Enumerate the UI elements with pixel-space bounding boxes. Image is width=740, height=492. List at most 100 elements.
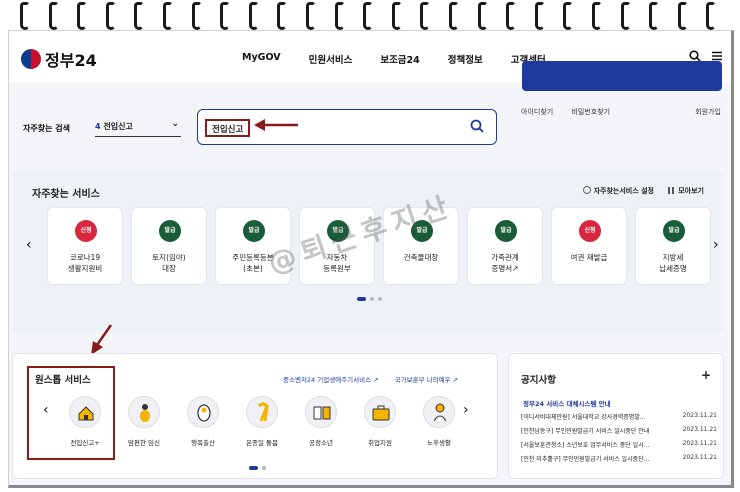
notice-text: [인천 미추홀구] 무인민원발급기 서비스 일시중단... — [521, 456, 650, 463]
onestop-title: 원스톱 서비스 — [35, 375, 91, 386]
service-type-badge: 신청 — [75, 220, 97, 242]
nav-subsidy24[interactable]: 보조금24 — [380, 52, 419, 66]
login-links: 아이디찾기 비밀번호찾기 회원가입 — [521, 107, 721, 117]
spiral-ring — [706, 2, 717, 30]
service-label: 지방세 납세증명 — [659, 253, 687, 273]
spiral-ring — [277, 2, 288, 30]
service-label: 코로나19 생활지원비 — [67, 253, 103, 273]
home-icon — [69, 396, 101, 428]
carousel-next-icon[interactable]: › — [713, 237, 719, 253]
login-button[interactable] — [522, 61, 722, 91]
notice-date: 2023.11.21 — [682, 440, 717, 447]
onestop-service-label: 행복출산 — [191, 439, 215, 447]
page: 정부24 MyGOV 민원서비스 보조금24 정책정보 고객센터 아이디찾기 비… — [8, 30, 734, 488]
frequent-service-tile[interactable]: 신청코로나19 생활지원비 — [47, 207, 123, 285]
spiral-ring — [20, 2, 30, 30]
view-all-link[interactable]: 모아보기 — [668, 187, 704, 195]
spiral-ring — [420, 2, 431, 30]
veterans-link[interactable]: 국가보훈부 나의예우 ↗ — [395, 376, 458, 384]
baby-icon — [187, 396, 219, 428]
spiral-ring — [563, 2, 574, 30]
site-logo[interactable]: 정부24 — [21, 47, 97, 71]
onestop-service-item[interactable]: 전입신고+ — [56, 396, 114, 447]
frequent-service-tile[interactable]: 신청여권 재발급 — [551, 207, 627, 285]
search-input[interactable]: 전입신고 — [197, 109, 497, 145]
settings-label: 자주찾는서비스 설정 — [593, 187, 654, 195]
frequent-services-title: 자주찾는 서비스 — [32, 189, 100, 200]
elder-icon — [423, 396, 455, 428]
carousel-prev-icon[interactable]: ‹ — [26, 237, 32, 253]
frequent-service-tile[interactable]: 발급지방세 납세증명 — [635, 207, 711, 285]
frequent-services-card: 자주찾는 서비스 자주찾는서비스 설정 모아보기 ‹ › 신청코로나19 생활지… — [12, 171, 724, 333]
onestop-service-label: 취업지원 — [368, 439, 392, 447]
popular-search-select[interactable]: 4 전입신고 ⌄ — [95, 119, 181, 137]
onestop-service-item[interactable]: 취업지원 — [351, 396, 409, 447]
notice-date: 2023.11.21 — [682, 412, 717, 419]
book-icon — [305, 396, 337, 428]
service-type-badge: 발급 — [495, 220, 517, 242]
frequent-service-tile[interactable]: 발급가족관계 증명서↗ — [467, 207, 543, 285]
frequent-service-tile[interactable]: 발급 토지(임야) 대장 — [131, 207, 207, 285]
sme24-link[interactable]: 중소벤처24 기업생애주기서비스 ↗ — [283, 376, 379, 384]
service-label: 가족관계 증명서↗ — [491, 253, 519, 273]
frequent-services-links: 자주찾는서비스 설정 모아보기 — [571, 186, 704, 196]
onestop-service-label: 온종일 돌봄 — [246, 439, 278, 447]
spiral-ring — [620, 2, 631, 30]
pagination-dot-active[interactable] — [357, 297, 366, 301]
spiral-ring — [48, 2, 59, 30]
pagination-dot[interactable] — [262, 466, 266, 470]
spiral-ring — [677, 2, 688, 30]
service-label: 여권 재발급 — [570, 253, 608, 262]
pagination-dot[interactable] — [370, 297, 374, 301]
notice-row[interactable]: [인천남동구] 무인민원발급기 서비스 일시중단 안내 2023.11.21 — [521, 426, 717, 435]
notice-text: [서울보훈관청소] 소년보호 업무서비스 중단 일시... — [521, 442, 650, 449]
notice-row[interactable]: [이디서비대체안원] 서울대학교 강사경력증명발... 2023.11.21 — [521, 412, 717, 421]
notice-title: 공지사항 — [521, 375, 556, 386]
onestop-links: 중소벤처24 기업생애주기서비스 ↗ 국가보훈부 나의예우 ↗ — [283, 374, 472, 384]
service-type-badge: 발급 — [243, 220, 265, 242]
onestop-service-item[interactable]: 맘편한 임신 — [115, 396, 173, 447]
service-type-badge: 발급 — [159, 220, 181, 242]
service-type-badge: 신청 — [579, 220, 601, 242]
notice-more-button[interactable]: + — [701, 368, 711, 382]
onestop-service-item[interactable]: 공정소년 — [292, 396, 350, 447]
annotation-arrow-left — [254, 119, 298, 131]
find-password-link[interactable]: 비밀번호찾기 — [571, 108, 610, 116]
pagination-dot[interactable] — [378, 297, 382, 301]
onestop-service-item[interactable]: 온종일 돌봄 — [233, 396, 291, 447]
notice-headline[interactable]: 정부24 서비스 대체시스템 안내 — [523, 398, 611, 408]
nav-policy-info[interactable]: 정책정보 — [448, 52, 483, 66]
spiral-ring — [248, 2, 259, 30]
frequent-settings-link[interactable]: 자주찾는서비스 설정 — [582, 186, 654, 195]
onestop-pagination — [249, 466, 266, 470]
pagination-dot-active[interactable] — [249, 466, 258, 470]
search-submit-icon[interactable] — [470, 119, 484, 133]
onestop-service-item[interactable]: 행복출산 — [174, 396, 232, 447]
spiral-ring — [134, 2, 145, 30]
notice-text: [이디서비대체안원] 서울대학교 강사경력증명발... — [521, 414, 646, 421]
nav-mygov[interactable]: MyGOV — [242, 52, 281, 66]
service-type-badge: 발급 — [663, 220, 685, 242]
onestop-service-item[interactable]: 노후생활 — [410, 396, 468, 447]
spiral-ring — [477, 2, 488, 30]
find-id-link[interactable]: 아이디찾기 — [521, 108, 553, 116]
spiral-ring — [334, 2, 345, 30]
spiral-ring — [534, 2, 545, 30]
notice-row[interactable]: [인천 미추홀구] 무인민원발급기 서비스 일시중단... 2023.11.21 — [521, 454, 717, 463]
onestop-services-card: 원스톱 서비스 중소벤처24 기업생애주기서비스 ↗ 국가보훈부 나의예우 ↗ … — [12, 353, 498, 479]
nav-civil-services[interactable]: 민원서비스 — [309, 52, 353, 66]
notice-row[interactable]: [서울보훈관청소] 소년보호 업무서비스 중단 일시... 2023.11.21 — [521, 440, 717, 449]
signup-link[interactable]: 회원가입 — [695, 107, 721, 117]
search-label: 자주찾는 검색 — [23, 124, 70, 133]
carousel-pagination — [357, 297, 382, 301]
logo-text: 정부24 — [45, 51, 97, 70]
pregnancy-icon — [128, 396, 160, 428]
notice-date: 2023.11.21 — [682, 426, 717, 433]
spiral-ring — [306, 2, 316, 30]
gear-icon — [582, 186, 591, 194]
spiral-ring — [163, 2, 173, 30]
onestop-service-label: 공정소년 — [309, 439, 333, 447]
onestop-prev-icon[interactable]: ‹ — [43, 402, 49, 418]
taegeuk-icon — [21, 49, 41, 69]
spiral-ring — [191, 2, 202, 30]
